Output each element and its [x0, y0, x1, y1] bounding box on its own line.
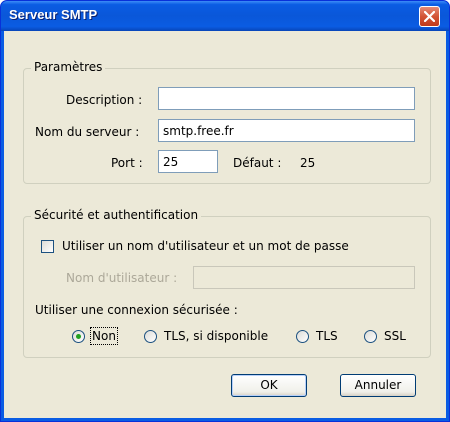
dialog-body: Paramètres Description : Nom du serveur … [4, 31, 446, 418]
default-port-value: 25 [300, 156, 316, 170]
username-input[interactable] [193, 266, 415, 289]
radio-tls-label[interactable]: TLS [316, 329, 338, 343]
radio-tls[interactable] [296, 330, 309, 343]
cancel-button[interactable]: Annuler [340, 374, 416, 397]
radio-non[interactable] [72, 330, 85, 343]
radio-tls-if-available-label[interactable]: TLS, si disponible [164, 329, 268, 343]
port-input[interactable] [158, 150, 218, 173]
use-auth-label[interactable]: Utiliser un nom d'utilisateur et un mot … [62, 239, 349, 253]
title-bar[interactable]: Serveur SMTP [1, 1, 449, 31]
use-auth-checkbox[interactable] [41, 240, 54, 253]
security-group-title: Sécurité et authentification [31, 208, 202, 222]
close-icon [424, 11, 435, 22]
description-input[interactable] [158, 87, 415, 110]
parametres-group-title: Paramètres [31, 60, 106, 74]
radio-non-label[interactable]: Non [90, 327, 118, 345]
radio-ssl[interactable] [364, 330, 377, 343]
radio-ssl-label[interactable]: SSL [384, 329, 406, 343]
server-name-label: Nom du serveur : [35, 125, 140, 139]
ok-button[interactable]: OK [231, 374, 307, 397]
port-label: Port : [111, 156, 143, 170]
radio-tls-if-available[interactable] [144, 330, 157, 343]
description-label: Description : [66, 93, 143, 107]
server-name-input[interactable] [158, 119, 415, 142]
secure-connection-label: Utiliser une connexion sécurisée : [35, 303, 238, 317]
window-title: Serveur SMTP [9, 7, 98, 22]
username-label: Nom d'utilisateur : [66, 271, 178, 285]
close-button[interactable] [419, 6, 440, 27]
dialog-window: Serveur SMTP Paramètres Description : No… [0, 0, 450, 422]
default-label: Défaut : [233, 156, 282, 170]
radio-selected-dot [76, 334, 81, 339]
